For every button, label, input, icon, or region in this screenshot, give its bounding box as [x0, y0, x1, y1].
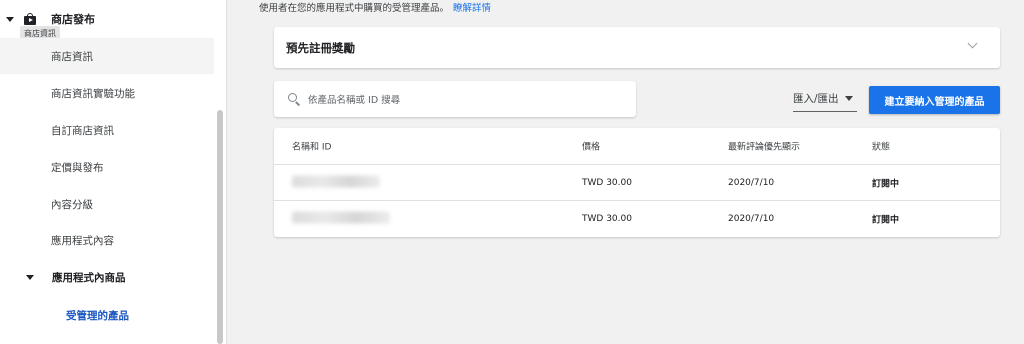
redacted-product-name	[292, 175, 380, 190]
column-header-latest[interactable]: 最新評論優先顯示	[728, 140, 800, 153]
sidebar-item-store-listing-experiments[interactable]: 商店資訊實驗功能	[0, 75, 214, 111]
sidebar-section-label: 商店發布	[51, 13, 95, 26]
sidebar-item-label: 應用程式內容	[51, 234, 114, 247]
sidebar-item-custom-store-listing[interactable]: 自訂商店資訊	[0, 112, 214, 148]
redacted-product-name	[292, 211, 390, 227]
sidebar-item-content-rating[interactable]: 內容分級	[0, 186, 214, 222]
pre-registration-rewards-card[interactable]: 預先註冊獎勵	[274, 27, 1000, 68]
sidebar-item-label: 內容分級	[51, 198, 93, 211]
learn-more-link[interactable]: 瞭解詳情	[453, 3, 491, 14]
sidebar-item-app-content[interactable]: 應用程式內容	[0, 222, 214, 258]
sidebar-item-managed-products[interactable]: 受管理的產品	[0, 297, 214, 333]
price-cell: TWD 30.00	[582, 214, 632, 224]
column-header-name-id[interactable]: 名稱和 ID	[292, 140, 331, 153]
status-cell: 訂閱中	[872, 179, 900, 189]
sidebar-scrollbar[interactable]	[216, 0, 224, 344]
sidebar-item-label: 商店資訊實驗功能	[51, 87, 135, 100]
table-header-row: 名稱和 ID 價格 最新評論優先顯示 狀態	[274, 128, 1000, 165]
scrollbar-thumb[interactable]	[217, 110, 223, 344]
sidebar-item-label: 商店資訊	[51, 50, 93, 63]
caret-down-icon	[844, 96, 853, 101]
caret-down-icon	[6, 16, 14, 22]
sidebar-item-label: 受管理的產品	[66, 309, 129, 322]
products-table: 名稱和 ID 價格 最新評論優先顯示 狀態 TWD 30.00 2020/7/1…	[274, 128, 1000, 237]
date-cell: 2020/7/10	[728, 177, 775, 188]
page-description: 使用者在您的應用程式中購買的受管理產品。 瞭解詳情	[259, 0, 491, 14]
card-title: 預先註冊獎勵	[286, 41, 355, 55]
sidebar-item-store-listing[interactable]: 商店資訊	[0, 38, 214, 74]
sidebar-item-label: 定價與發布	[51, 161, 104, 174]
table-row[interactable]: TWD 30.00 2020/7/10 訂閱中	[274, 201, 1000, 237]
dropdown-label: 匯入/匯出	[793, 93, 839, 105]
import-export-dropdown[interactable]: 匯入/匯出	[793, 91, 857, 112]
sidebar: 商店發布 商店資訊 商店資訊 商店資訊實驗功能 自訂商店資訊 定價與發布 內容分…	[0, 0, 227, 344]
table-row[interactable]: TWD 30.00 2020/7/10 訂閱中	[274, 165, 1000, 201]
date-cell: 2020/7/10	[728, 214, 775, 224]
column-header-status[interactable]: 狀態	[872, 140, 890, 153]
search-icon	[288, 93, 301, 106]
column-header-price[interactable]: 價格	[582, 140, 600, 153]
search-input[interactable]	[306, 89, 620, 111]
store-bag-icon	[24, 13, 36, 25]
sidebar-section-label: 應用程式內商品	[52, 271, 126, 284]
search-box[interactable]	[274, 81, 636, 117]
sidebar-item-pricing-distribution[interactable]: 定價與發布	[0, 149, 214, 185]
chevron-down-icon[interactable]	[967, 38, 978, 49]
caret-down-icon	[26, 274, 34, 280]
status-cell: 訂閱中	[872, 215, 900, 226]
sidebar-item-label: 自訂商店資訊	[51, 124, 114, 137]
price-cell: TWD 30.00	[582, 177, 632, 188]
description-text: 使用者在您的應用程式中購買的受管理產品。	[259, 3, 450, 14]
sidebar-section-in-app-products[interactable]: 應用程式內商品	[0, 259, 214, 295]
create-managed-product-button[interactable]: 建立要納入管理的產品	[869, 86, 1000, 114]
